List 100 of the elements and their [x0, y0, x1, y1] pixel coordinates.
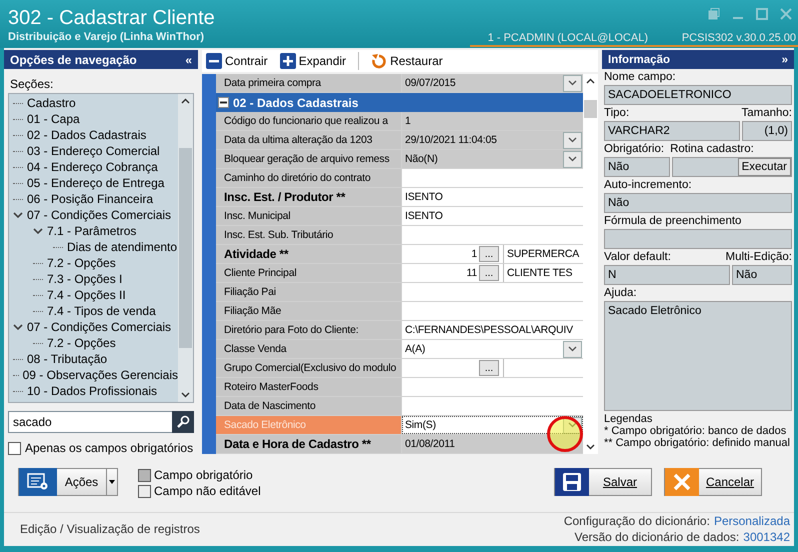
value-cell[interactable]: ...: [402, 359, 583, 377]
property-label[interactable]: Filiação Mãe: [216, 302, 402, 320]
expanded-chevron-icon[interactable]: [13, 211, 23, 219]
property-label[interactable]: Diretório para Foto do Cliente:: [216, 321, 402, 339]
tree-item[interactable]: Cadastro: [27, 96, 76, 110]
tree-item[interactable]: 7.2 - Opções: [47, 336, 116, 350]
tree-item[interactable]: 05 - Endereço de Entrega: [27, 176, 164, 190]
minus-box-icon[interactable]: [218, 97, 229, 108]
field-value: 01/08/2011: [404, 438, 456, 450]
search-button[interactable]: [172, 411, 194, 433]
dropdown-button[interactable]: [563, 74, 582, 92]
field-value: ISENTO: [404, 191, 444, 203]
property-label[interactable]: Data primeira compra: [216, 74, 402, 92]
version-link[interactable]: 3001342: [743, 530, 790, 544]
scroll-up-icon[interactable]: [586, 78, 595, 84]
property-label[interactable]: Insc. Est. / Produtor **: [216, 188, 402, 206]
value-cell[interactable]: [402, 302, 583, 320]
scrollbar[interactable]: [178, 94, 193, 402]
property-label[interactable]: Data de Nascimento: [216, 397, 402, 415]
dropdown-button[interactable]: [563, 132, 582, 148]
value-cell[interactable]: [402, 169, 583, 187]
property-label[interactable]: Grupo Comercial(Exclusivo do modulo: [216, 359, 402, 377]
property-label[interactable]: Insc. Est. Sub. Tributário: [216, 226, 402, 244]
scrollbar[interactable]: [583, 74, 598, 454]
chevron-down-icon: [568, 156, 577, 162]
lookup-button[interactable]: ...: [479, 246, 499, 262]
field-value: A(A): [404, 343, 426, 355]
scroll-down-icon[interactable]: [181, 392, 190, 398]
property-label[interactable]: Filiação Pai: [216, 283, 402, 301]
tree-item[interactable]: 08 - Tributação: [27, 352, 108, 366]
value-cell[interactable]: 11 ... CLIENTE TES: [402, 264, 583, 282]
value-cell[interactable]: [402, 378, 583, 396]
value-cell[interactable]: 1 ... SUPERMERCA: [402, 245, 583, 263]
expanded-chevron-icon[interactable]: [33, 227, 43, 235]
value-cell[interactable]: ISENTO: [402, 207, 583, 225]
tree-item[interactable]: 01 - Capa: [27, 112, 80, 126]
toolbar-button[interactable]: Restaurar: [371, 53, 443, 69]
value-cell[interactable]: 29/10/2021 11:04:05: [402, 131, 583, 149]
collapse-panel-button[interactable]: «: [185, 52, 192, 66]
tree-item[interactable]: 06 - Posição Financeira: [27, 192, 154, 206]
tree-item[interactable]: 03 - Endereço Comercial: [27, 144, 160, 158]
property-label[interactable]: Caminho do diretório do contrato: [216, 169, 402, 187]
value-cell[interactable]: ISENTO: [402, 188, 583, 206]
tree-item[interactable]: 07 - Condições Comerciais: [27, 208, 172, 222]
value-cell[interactable]: 1: [402, 112, 583, 130]
value-cell[interactable]: 09/07/2015: [402, 74, 583, 92]
tree-item[interactable]: 04 - Endereço Cobrança: [27, 160, 158, 174]
value-cell[interactable]: [402, 283, 583, 301]
scroll-up-icon[interactable]: [181, 98, 190, 104]
value-cell[interactable]: 01/08/2011: [402, 435, 583, 453]
tree-item[interactable]: 07 - Condições Comerciais: [27, 320, 172, 334]
lookup-button[interactable]: ...: [479, 265, 499, 281]
tree-item[interactable]: 10 - Dados Profissionais: [27, 384, 158, 398]
tree-item[interactable]: Dias de atendimento: [67, 240, 178, 254]
field-label: Ajuda:: [604, 287, 637, 299]
field-value: Sim(S): [404, 419, 437, 431]
toolbar-button[interactable]: Contrair: [206, 53, 268, 69]
toolbar-button[interactable]: Expandir: [280, 53, 346, 69]
property-label[interactable]: Roteiro MasterFoods: [216, 378, 402, 396]
tree-item[interactable]: 7.4 - Tipos de venda: [47, 304, 156, 318]
collapse-panel-button[interactable]: »: [782, 54, 788, 66]
scroll-thumb[interactable]: [179, 148, 192, 348]
expanded-chevron-icon[interactable]: [13, 323, 23, 331]
cancel-button[interactable]: Cancelar: [664, 468, 762, 496]
property-label[interactable]: Data e Hora de Cadastro **: [216, 435, 402, 453]
search-field[interactable]: sacado: [8, 411, 172, 433]
execute-button[interactable]: Executar: [738, 158, 791, 176]
value-cell[interactable]: [402, 397, 583, 415]
value-cell[interactable]: A(A): [402, 340, 583, 358]
field-value: Não(N): [404, 153, 439, 165]
value-cell[interactable]: Não(N): [402, 150, 583, 168]
property-label[interactable]: Cliente Principal: [216, 264, 402, 282]
tree-item[interactable]: 7.2 - Opções: [47, 256, 116, 270]
lookup-button[interactable]: ...: [479, 360, 499, 376]
tree-item[interactable]: 7.4 - Opções II: [47, 288, 126, 302]
swatch-icon: [138, 468, 151, 482]
tree-item[interactable]: 7.3 - Opções I: [47, 272, 122, 286]
value-cell[interactable]: C:\FERNANDES\PESSOAL\ARQUIV: [402, 321, 583, 339]
tree-item[interactable]: 09 - Observações Gerenciais: [22, 368, 178, 382]
property-label[interactable]: Atividade **: [216, 245, 402, 263]
tree-item[interactable]: 02 - Dados Cadastrais: [27, 128, 146, 142]
save-button[interactable]: Salvar: [554, 468, 652, 496]
property-label[interactable]: Classe Venda: [216, 340, 402, 358]
property-label[interactable]: Código do funcionario que realizou a: [216, 112, 402, 130]
value-cell[interactable]: Sim(S): [402, 416, 583, 434]
config-link[interactable]: Personalizada: [714, 514, 790, 528]
property-label[interactable]: Bloquear geração de arquivo remess: [216, 150, 402, 168]
scroll-thumb[interactable]: [584, 100, 597, 118]
dropdown-button[interactable]: [563, 340, 582, 358]
value-cell[interactable]: [402, 226, 583, 244]
dropdown-button[interactable]: [563, 150, 582, 168]
property-label[interactable]: Insc. Municipal: [216, 207, 402, 225]
dropdown-button[interactable]: [563, 416, 582, 434]
scroll-down-icon[interactable]: [586, 444, 595, 450]
actions-button[interactable]: Ações: [18, 468, 118, 496]
property-label[interactable]: Data da ultima alteração da 1203: [216, 131, 402, 149]
checkbox[interactable]: [8, 442, 21, 454]
section-header[interactable]: 02 - Dados Cadastrais: [216, 93, 583, 112]
tree-item[interactable]: 7.1 - Parâmetros: [47, 224, 136, 238]
info-field: Não: [732, 265, 792, 285]
